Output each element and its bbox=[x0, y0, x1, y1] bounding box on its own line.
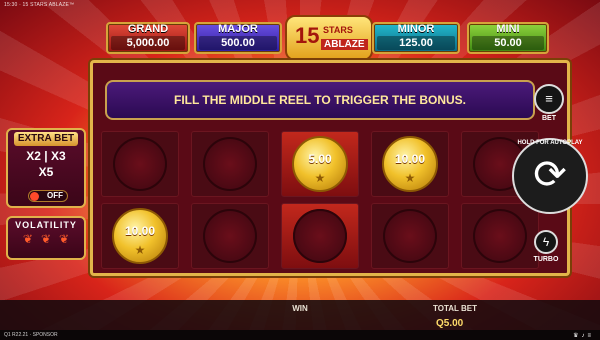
volatility-meter: ❦ ❦ ❦ bbox=[8, 232, 84, 246]
bonus-banner: FILL THE MIDDLE REEL TO TRIGGER THE BONU… bbox=[105, 80, 535, 120]
volatility-title: VOLATILITY bbox=[15, 220, 77, 230]
empty-socket bbox=[473, 209, 527, 263]
jackpot-grand-value: 5,000.00 bbox=[111, 36, 185, 50]
coins-stack-icon: ≡ bbox=[545, 91, 553, 106]
coin-value: 10.00 bbox=[394, 152, 426, 166]
star-icon: ★ bbox=[314, 171, 326, 185]
star-icon: ★ bbox=[134, 243, 146, 257]
spin-arrows-icon: ⟳ bbox=[533, 153, 567, 197]
reel-cell bbox=[101, 131, 179, 197]
jackpot-minor: MINOR 125.00 bbox=[372, 22, 460, 54]
bonus-banner-text: FILL THE MIDDLE REEL TO TRIGGER THE BONU… bbox=[173, 93, 466, 107]
pepper-icon: ❦ bbox=[22, 232, 33, 246]
jackpot-major: MAJOR 500.00 bbox=[194, 22, 282, 54]
autoplay-hint: HOLD FOR AUTOPLAY bbox=[517, 140, 583, 146]
footer-info: Q1 R22.21 · SPONSOR bbox=[4, 332, 58, 338]
jackpot-major-value: 500.00 bbox=[199, 36, 277, 50]
extra-bet-multipliers: X2 | X3 bbox=[26, 149, 66, 163]
coin-symbol: 10.00 ★ bbox=[382, 136, 438, 192]
logo-number: 15 bbox=[295, 23, 320, 48]
game-screen: 15:30 · 15 STARS ABLAZE™ GRAND 5,000.00 … bbox=[0, 0, 600, 340]
empty-socket bbox=[203, 137, 257, 191]
jackpot-minor-value: 125.00 bbox=[377, 36, 455, 50]
star-icon: ★ bbox=[404, 171, 416, 185]
coin-value: 10.00 bbox=[124, 224, 156, 238]
pepper-icon: ❦ bbox=[40, 232, 52, 246]
empty-socket bbox=[293, 209, 347, 263]
logo-line1: STARS bbox=[323, 25, 353, 35]
reel-cell bbox=[191, 203, 269, 269]
jackpot-grand: GRAND 5,000.00 bbox=[106, 22, 190, 54]
total-bet-value: Q5.00 bbox=[436, 318, 464, 329]
extra-bet-title: EXTRA BET bbox=[14, 132, 78, 146]
lightning-icon: ϟ bbox=[542, 235, 550, 249]
game-logo: 15 STARS ABLAZE bbox=[285, 15, 373, 61]
jackpot-grand-label: GRAND bbox=[127, 23, 169, 35]
coin-symbol: 10.00 ★ bbox=[112, 208, 168, 264]
extra-bet-toggle[interactable]: OFF bbox=[28, 190, 68, 202]
reel-cell bbox=[371, 203, 449, 269]
win-label: WIN bbox=[292, 304, 308, 313]
jackpot-mini-value: 50.00 bbox=[472, 36, 544, 50]
window-title: 15:30 · 15 STARS ABLAZE™ bbox=[4, 2, 75, 8]
bet-label: BET bbox=[542, 115, 556, 122]
footer: Q1 R22.21 · SPONSOR ♛♪≡ bbox=[0, 330, 600, 340]
empty-socket bbox=[203, 209, 257, 263]
reel-cell bbox=[191, 131, 269, 197]
reel-cell-middle bbox=[281, 203, 359, 269]
footer-icons: ♛♪≡ bbox=[573, 332, 594, 339]
coin-symbol: 5.00 ★ bbox=[292, 136, 348, 192]
total-bet-label: TOTAL BET bbox=[433, 304, 477, 313]
bet-button[interactable]: ≡ bbox=[534, 84, 564, 114]
jackpot-major-label: MAJOR bbox=[218, 23, 258, 35]
toggle-state: OFF bbox=[47, 191, 63, 200]
empty-socket bbox=[113, 137, 167, 191]
turbo-label: TURBO bbox=[533, 256, 559, 263]
jackpot-mini: MINI 50.00 bbox=[467, 22, 549, 54]
menu-icon[interactable]: ≡ bbox=[587, 333, 594, 339]
reel-cell: 10.00 ★ bbox=[371, 131, 449, 197]
pepper-icon: ❦ bbox=[59, 232, 70, 246]
reel-cell-middle: 5.00 ★ bbox=[281, 131, 359, 197]
logo-line2: ABLAZE bbox=[321, 39, 368, 50]
extra-bet-panel[interactable]: EXTRA BET X2 | X3 X5 OFF bbox=[6, 128, 86, 208]
spin-button[interactable]: ⟳ bbox=[512, 138, 588, 214]
coin-value: 5.00 bbox=[308, 152, 332, 166]
extra-bet-multiplier-x5: X5 bbox=[38, 165, 54, 179]
reel-cell: 10.00 ★ bbox=[101, 203, 179, 269]
turbo-button[interactable]: ϟ bbox=[534, 230, 558, 254]
jackpot-mini-label: MINI bbox=[496, 23, 520, 35]
toggle-dot bbox=[30, 192, 39, 201]
empty-socket bbox=[383, 209, 437, 263]
jackpot-minor-label: MINOR bbox=[397, 23, 435, 35]
volatility-panel: VOLATILITY ❦ ❦ ❦ bbox=[6, 216, 86, 260]
